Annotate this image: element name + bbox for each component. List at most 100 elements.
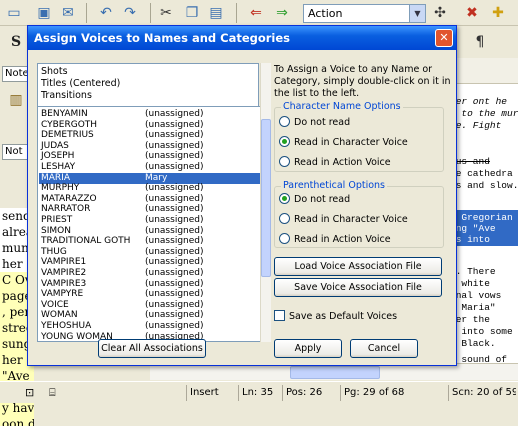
table-row[interactable]: CYBERGOTH (unassigned) [39, 120, 269, 131]
table-row[interactable]: PRIEST (unassigned) [39, 215, 269, 226]
style-icon[interactable]: S [6, 32, 26, 52]
table-row[interactable]: JOSEPH (unassigned) [39, 151, 269, 162]
list-item[interactable]: Shots [39, 66, 258, 78]
list-item[interactable]: Transitions [39, 90, 258, 102]
character-name: LESHAY [41, 162, 76, 172]
radio-paren-do-not-read[interactable]: Do not read [279, 193, 350, 207]
format-icon[interactable]: ¶ [470, 32, 490, 52]
chevron-down-icon[interactable]: ▼ [409, 5, 425, 22]
table-row[interactable]: VAMPIRE3 (unassigned) [39, 279, 269, 290]
table-row[interactable]: VAMPIRE2 (unassigned) [39, 268, 269, 279]
notes-icon[interactable]: ▥ [6, 90, 26, 110]
scrollbar-thumb[interactable] [261, 119, 271, 277]
table-row[interactable]: MATARAZZO (unassigned) [39, 194, 269, 205]
redo-icon[interactable]: ↷ [120, 3, 140, 23]
radio-paren-action-voice[interactable]: Read in Action Voice [279, 233, 391, 247]
instructions-text: To Assign a Voice to any Name or Categor… [274, 64, 451, 99]
table-row[interactable]: BENYAMIN (unassigned) [39, 109, 269, 120]
table-row[interactable]: TRADITIONAL GOTH (unassigned) [39, 236, 269, 247]
radio-icon [279, 213, 290, 224]
assigned-voice: (unassigned) [145, 151, 204, 162]
character-name: DEMETRIUS [41, 130, 94, 141]
apply-button[interactable]: Apply [274, 339, 342, 358]
assigned-voice: (unassigned) [145, 109, 204, 119]
load-voice-file-button[interactable]: Load Voice Association File [274, 257, 442, 276]
arrow-left-icon[interactable]: ⇐ [246, 3, 266, 23]
table-row[interactable]: WOMAN (unassigned) [39, 310, 269, 321]
save-voice-file-button[interactable]: Save Voice Association File [274, 278, 442, 297]
assigned-voice: (unassigned) [145, 215, 204, 225]
paste-icon[interactable]: ▤ [206, 3, 226, 23]
undo-icon[interactable]: ↶ [96, 3, 116, 23]
assigned-voice: (unassigned) [145, 236, 204, 247]
script-line: se. Fight [450, 120, 502, 131]
cursor-move-icon[interactable]: ✣ [430, 3, 450, 23]
cancel-button[interactable]: Cancel [350, 339, 418, 358]
table-row[interactable]: THUG (unassigned) [39, 247, 269, 258]
table-row[interactable]: NARRATOR (unassigned) [39, 204, 269, 215]
table-row[interactable]: MURPHY (unassigned) [39, 183, 269, 194]
table-row[interactable]: LESHAY (unassigned) [39, 162, 269, 173]
email-icon[interactable]: ✉ [58, 3, 78, 23]
close-icon[interactable]: ✕ [435, 29, 453, 47]
dialog-title: Assign Voices to Names and Categories [28, 26, 456, 50]
assigned-voice: (unassigned) [145, 140, 204, 151]
assigned-voice: (unassigned) [145, 257, 204, 268]
name-voice-list[interactable]: BENYAMIN (unassigned) CYBERGOTH (unassigned… [37, 106, 271, 342]
cut-icon[interactable]: ✂ [156, 3, 176, 23]
assigned-voice: (unassigned) [145, 278, 204, 289]
table-row[interactable]: YEHOSHUA (unassigned) [39, 321, 269, 332]
character-name: NARRATOR [41, 204, 91, 215]
assigned-voice: (unassigned) [145, 289, 204, 300]
arrow-right-icon[interactable]: ⇒ [272, 3, 292, 23]
radio-selected-icon [279, 193, 290, 204]
copy-icon[interactable]: ❐ [182, 3, 202, 23]
script-line: g to the mur [450, 108, 518, 119]
table-row[interactable]: VOICE (unassigned) [39, 300, 269, 311]
add-icon[interactable]: ✚ [488, 3, 508, 23]
element-type-select[interactable]: Action ▼ [303, 4, 426, 23]
assigned-voice: Mary [145, 172, 168, 183]
category-list[interactable]: Shots Titles (Centered) Transitions [37, 63, 259, 106]
character-name: VAMPYRE [41, 289, 84, 300]
script-line: es and slow. [450, 180, 518, 191]
radio-icon [279, 156, 290, 167]
assigned-voice: (unassigned) [145, 204, 204, 215]
radio-selected-icon [279, 136, 290, 147]
character-name: CYBERGOTH [41, 119, 98, 130]
table-row[interactable]: DEMETRIUS (unassigned) [39, 130, 269, 141]
character-name-options: Character Name Options Do not read Read … [274, 101, 444, 172]
table-row[interactable]: VAMPYRE (unassigned) [39, 289, 269, 300]
scrollbar-thumb[interactable] [290, 366, 380, 379]
character-name: VAMPIRE3 [41, 278, 87, 289]
page-view-icon[interactable]: ⊡ [22, 385, 46, 401]
script-line: her ont he [450, 96, 508, 107]
character-name: JUDAS [41, 140, 69, 151]
radio-char-action-voice[interactable]: Read in Action Voice [279, 156, 391, 170]
character-name: VAMPIRE1 [41, 257, 87, 268]
save-default-checkbox[interactable]: Save as Default Voices [274, 310, 397, 323]
save-icon[interactable]: ▣ [34, 3, 54, 23]
character-name: VOICE [41, 299, 69, 310]
parenthetical-options: Parenthetical Options Do not read Read i… [274, 180, 444, 248]
radio-char-character-voice[interactable]: Read in Character Voice [279, 136, 408, 150]
new-document-icon[interactable]: ▭ [4, 3, 24, 23]
radio-paren-character-voice[interactable]: Read in Character Voice [279, 213, 408, 227]
radio-char-do-not-read[interactable]: Do not read [279, 116, 350, 130]
normal-view-icon[interactable]: ⌸ [46, 385, 68, 401]
character-name: THUG [41, 246, 67, 257]
checkbox-icon [274, 310, 285, 321]
assigned-voice: (unassigned) [145, 246, 204, 257]
character-name: SIMON [41, 225, 71, 236]
table-row[interactable]: JUDAS (unassigned) [39, 141, 269, 152]
table-row[interactable]: SIMON (unassigned) [39, 226, 269, 237]
delete-icon[interactable]: ✖ [462, 3, 482, 23]
character-name: WOMAN [41, 310, 78, 321]
clear-all-button[interactable]: Clear All Associations [98, 339, 206, 358]
character-name: TRADITIONAL GOTH [41, 236, 131, 247]
list-scrollbar[interactable] [260, 63, 271, 342]
table-row[interactable]: VAMPIRE1 (unassigned) [39, 257, 269, 268]
list-item[interactable]: Titles (Centered) [39, 78, 258, 90]
character-name: JOSEPH [41, 151, 75, 162]
table-row[interactable]: MARIA Mary [39, 172, 269, 184]
